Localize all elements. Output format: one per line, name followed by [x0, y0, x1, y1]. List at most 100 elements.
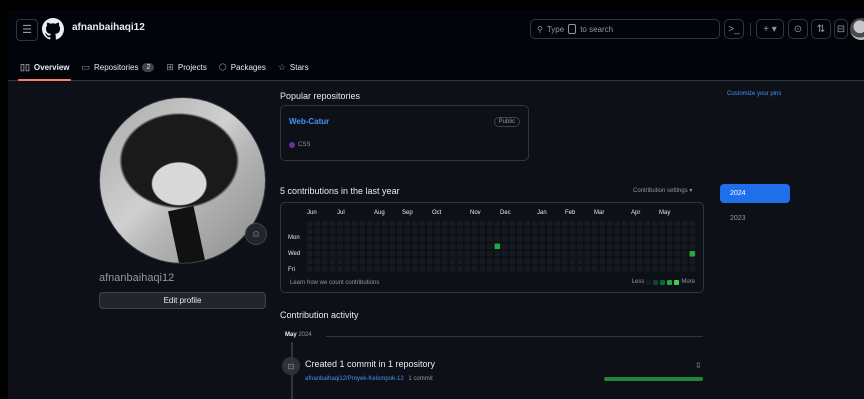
- contribution-day[interactable]: [329, 236, 336, 242]
- contribution-day[interactable]: [689, 266, 696, 272]
- contribution-day[interactable]: [434, 251, 441, 257]
- contribution-day[interactable]: [404, 266, 411, 272]
- contribution-day[interactable]: [592, 251, 598, 257]
- contribution-day[interactable]: [464, 251, 471, 257]
- contribution-day[interactable]: [509, 243, 516, 250]
- contribution-day[interactable]: [314, 243, 321, 250]
- contribution-day[interactable]: [434, 243, 441, 250]
- contribution-day[interactable]: [397, 243, 403, 250]
- contribution-day[interactable]: [352, 236, 358, 242]
- contribution-day[interactable]: [554, 228, 561, 235]
- contribution-day[interactable]: [524, 251, 531, 257]
- contribution-day[interactable]: [592, 258, 598, 265]
- contribution-day[interactable]: [374, 228, 381, 235]
- contribution-day[interactable]: [359, 221, 366, 227]
- profile-avatar[interactable]: [99, 97, 266, 264]
- contribution-day[interactable]: [629, 251, 636, 257]
- contribution-day[interactable]: [367, 221, 373, 227]
- contribution-day[interactable]: [404, 258, 411, 265]
- contribution-day[interactable]: [389, 258, 396, 265]
- contribution-day[interactable]: [689, 236, 696, 242]
- contribution-day[interactable]: [442, 251, 448, 257]
- contribution-day[interactable]: [577, 236, 583, 242]
- contribution-day[interactable]: [449, 251, 456, 257]
- inbox-button[interactable]: ⊟: [834, 19, 848, 39]
- contribution-day[interactable]: [389, 221, 396, 227]
- contribution-day[interactable]: [494, 221, 501, 227]
- collapse-icon[interactable]: ⇳: [695, 361, 702, 370]
- contribution-day[interactable]: [652, 266, 658, 272]
- contribution-day[interactable]: [674, 251, 681, 257]
- contribution-day[interactable]: [682, 236, 688, 242]
- contribution-day[interactable]: [337, 251, 343, 257]
- contribution-day[interactable]: [652, 221, 658, 227]
- contribution-day[interactable]: [487, 228, 493, 235]
- contribution-day[interactable]: [352, 228, 358, 235]
- contribution-day[interactable]: [412, 236, 418, 242]
- contribution-day[interactable]: [419, 266, 426, 272]
- contribution-day[interactable]: [689, 251, 696, 257]
- contribution-settings-dropdown[interactable]: Contribution settings ▾: [633, 187, 692, 194]
- contribution-day[interactable]: [367, 251, 373, 257]
- contribution-day[interactable]: [314, 251, 321, 257]
- contribution-day[interactable]: [667, 251, 673, 257]
- contribution-day[interactable]: [322, 243, 328, 250]
- contribution-day[interactable]: [599, 221, 606, 227]
- tab-projects[interactable]: ⊞ Projects: [166, 54, 206, 80]
- contribution-day[interactable]: [314, 228, 321, 235]
- contribution-day[interactable]: [629, 266, 636, 272]
- contribution-day[interactable]: [397, 228, 403, 235]
- contribution-day[interactable]: [307, 243, 313, 250]
- contribution-day[interactable]: [382, 236, 388, 242]
- contribution-day[interactable]: [674, 258, 681, 265]
- year-2023-link[interactable]: 2023: [730, 215, 746, 222]
- contribution-day[interactable]: [359, 266, 366, 272]
- contribution-day[interactable]: [502, 251, 508, 257]
- contribution-day[interactable]: [547, 258, 553, 265]
- contribution-day[interactable]: [554, 221, 561, 227]
- contribution-day[interactable]: [554, 258, 561, 265]
- contribution-day[interactable]: [599, 228, 606, 235]
- contribution-day[interactable]: [547, 243, 553, 250]
- contribution-day[interactable]: [577, 251, 583, 257]
- contribution-day[interactable]: [397, 258, 403, 265]
- contribution-day[interactable]: [427, 221, 433, 227]
- contribution-day[interactable]: [344, 243, 351, 250]
- contribution-day[interactable]: [569, 221, 576, 227]
- contribution-day[interactable]: [592, 228, 598, 235]
- contribution-day[interactable]: [554, 266, 561, 272]
- contribution-day[interactable]: [629, 221, 636, 227]
- contribution-day[interactable]: [404, 251, 411, 257]
- contribution-day[interactable]: [592, 243, 598, 250]
- menu-button[interactable]: ☰: [16, 19, 38, 41]
- contribution-day[interactable]: [547, 236, 553, 242]
- contribution-day[interactable]: [457, 228, 463, 235]
- contribution-day[interactable]: [644, 243, 651, 250]
- contribution-day[interactable]: [434, 236, 441, 242]
- contribution-day[interactable]: [689, 228, 696, 235]
- contribution-day[interactable]: [449, 258, 456, 265]
- contribution-day[interactable]: [472, 221, 478, 227]
- contribution-day[interactable]: [479, 236, 486, 242]
- github-logo-icon[interactable]: [42, 18, 64, 40]
- contribution-day[interactable]: [584, 228, 591, 235]
- contribution-day[interactable]: [614, 266, 621, 272]
- contribution-day[interactable]: [539, 266, 546, 272]
- contribution-day[interactable]: [427, 236, 433, 242]
- contribution-day[interactable]: [419, 251, 426, 257]
- contribution-day[interactable]: [644, 221, 651, 227]
- contribution-day[interactable]: [524, 228, 531, 235]
- contribution-day[interactable]: [457, 266, 463, 272]
- contribution-day[interactable]: [382, 258, 388, 265]
- contribution-day[interactable]: [472, 266, 478, 272]
- contribution-day[interactable]: [622, 266, 628, 272]
- contribution-day[interactable]: [307, 258, 313, 265]
- contribution-day[interactable]: [322, 258, 328, 265]
- contribution-day[interactable]: [449, 228, 456, 235]
- contribution-day[interactable]: [659, 251, 666, 257]
- contribution-day[interactable]: [322, 266, 328, 272]
- contribution-day[interactable]: [412, 228, 418, 235]
- contribution-day[interactable]: [569, 236, 576, 242]
- contribution-day[interactable]: [337, 221, 343, 227]
- contribution-day[interactable]: [479, 228, 486, 235]
